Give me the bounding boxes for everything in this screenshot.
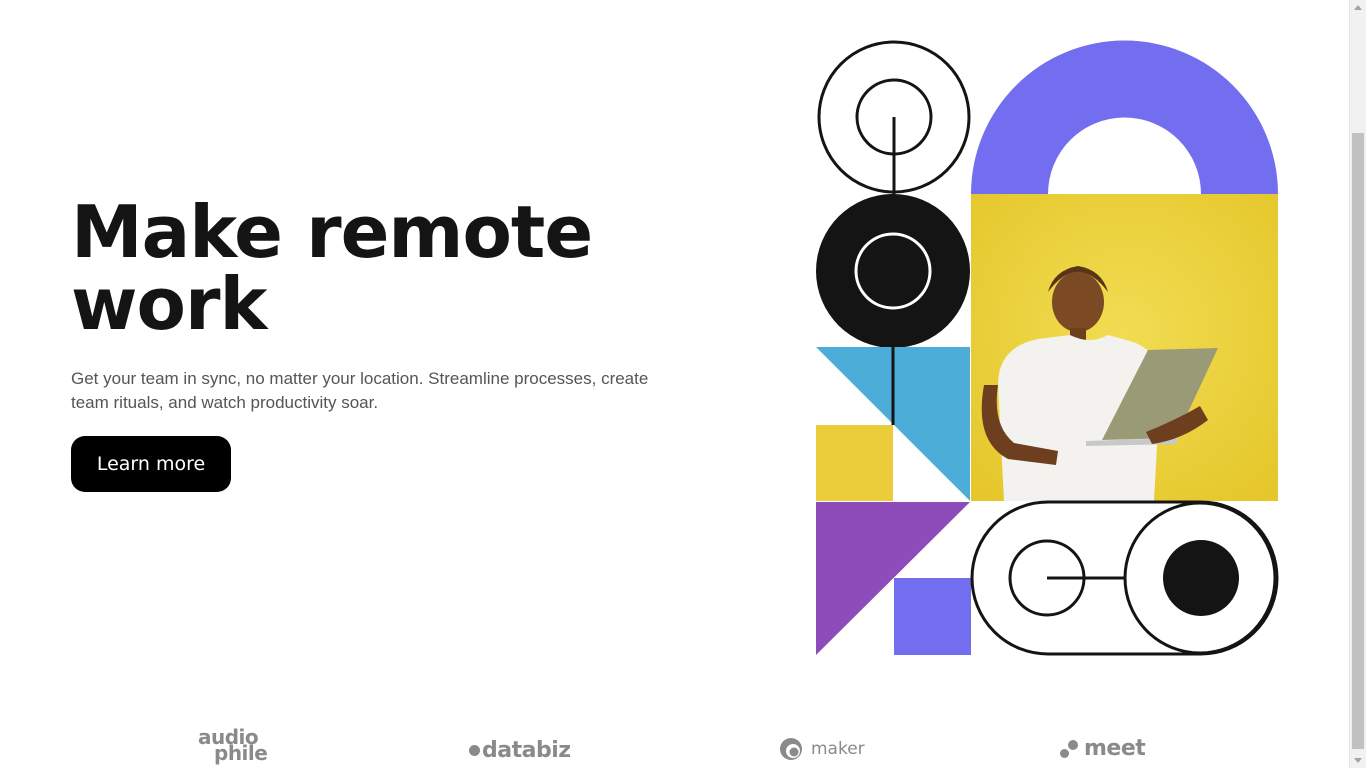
- databiz-dot-icon: [469, 745, 480, 756]
- pill-toggle-shape: [970, 500, 1279, 656]
- yellow-square-shape: [816, 425, 893, 501]
- purple-square-shape: [894, 578, 971, 655]
- audiophile-logo-line2: phile: [214, 741, 268, 765]
- page: Make remote work Get your team in sync, …: [0, 0, 1366, 768]
- meet-logo: meet: [1060, 736, 1146, 761]
- vertical-scrollbar[interactable]: [1349, 0, 1366, 768]
- meet-logo-text: meet: [1084, 736, 1146, 761]
- purple-arch-shape: [971, 40, 1278, 195]
- hero-description: Get your team in sync, no matter your lo…: [71, 369, 649, 412]
- databiz-logo-text: databiz: [482, 738, 571, 763]
- meet-dots-icon: [1060, 738, 1080, 760]
- maker-logo-text: maker: [811, 739, 865, 759]
- hero-title-line1: Make remote: [71, 190, 593, 274]
- hero-title: Make remote work: [71, 196, 711, 340]
- audiophile-logo: audio phile: [198, 727, 278, 765]
- hero-title-line2: work: [71, 262, 267, 346]
- outlined-circle-shape: [817, 40, 971, 195]
- person-with-laptop-image: [971, 194, 1278, 501]
- databiz-logo: databiz: [469, 738, 571, 763]
- maker-swirl-icon: [780, 738, 802, 760]
- maker-logo: maker: [779, 737, 865, 761]
- hero-illustration: [816, 40, 1279, 656]
- scroll-down-icon[interactable]: [1354, 758, 1362, 763]
- scrollbar-thumb[interactable]: [1352, 133, 1364, 749]
- learn-more-button[interactable]: Learn more: [71, 436, 231, 492]
- scroll-up-icon[interactable]: [1354, 5, 1362, 10]
